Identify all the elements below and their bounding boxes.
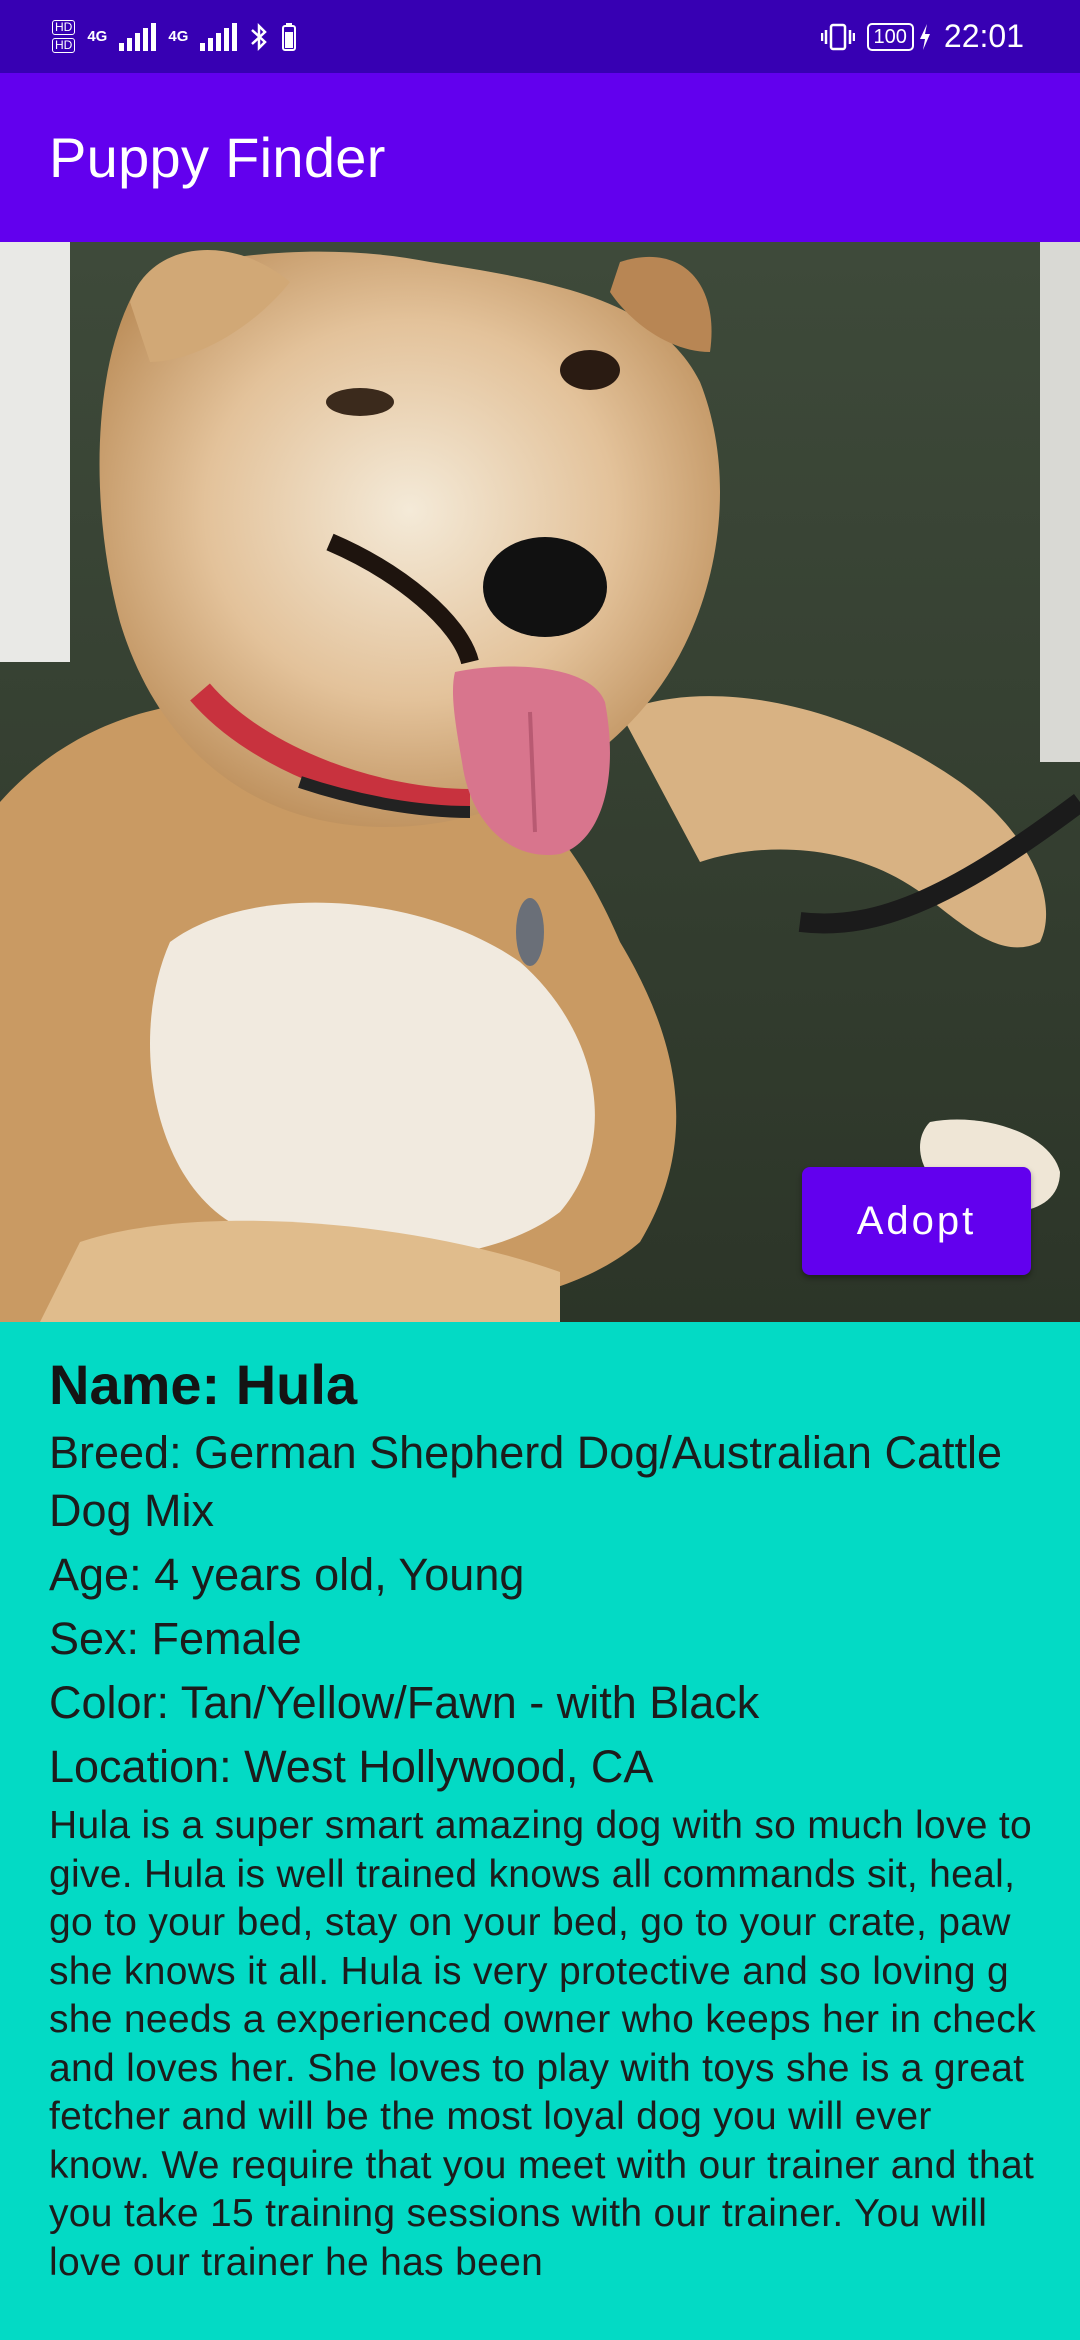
pet-breed: Breed: German Shepherd Dog/Australian Ca… xyxy=(49,1427,1003,1536)
pet-sex: Sex: Female xyxy=(49,1613,302,1664)
hd-badge-1: HD xyxy=(52,20,76,35)
adopt-button[interactable]: Adopt xyxy=(802,1167,1031,1275)
status-bar-left: HD HD 4G 4G xyxy=(52,20,297,53)
signal-strength-icon xyxy=(119,22,157,51)
network-type-2: 4G xyxy=(168,27,189,45)
hd-badges: HD HD xyxy=(52,20,76,53)
battery-level: 100 xyxy=(866,22,914,51)
charging-icon xyxy=(919,23,930,50)
battery-saver-icon xyxy=(282,22,297,51)
status-bar: HD HD 4G 4G 100 22:01 xyxy=(0,0,1080,73)
vibrate-icon xyxy=(820,23,855,50)
pet-location: Location: West Hollywood, CA xyxy=(49,1741,654,1792)
signal-strength-icon-2 xyxy=(200,22,238,51)
pet-color: Color: Tan/Yellow/Fawn - with Black xyxy=(49,1677,760,1728)
pet-details: Name: Hula Breed: German Shepherd Dog/Au… xyxy=(49,1322,1039,2287)
network-type-1: 4G xyxy=(87,27,108,45)
battery-indicator: 100 xyxy=(866,22,932,51)
hd-badge-2: HD xyxy=(52,38,76,53)
app-bar: Puppy Finder xyxy=(0,73,1080,242)
status-bar-right: 100 22:01 xyxy=(820,18,1024,55)
dog-illustration xyxy=(0,242,1080,1322)
pet-name: Name: Hula xyxy=(49,1353,358,1416)
pet-description: Hula is a super smart amazing dog with s… xyxy=(49,1804,1036,2284)
bluetooth-icon xyxy=(251,22,268,51)
dog-photo xyxy=(0,242,1080,1322)
app-title: Puppy Finder xyxy=(49,126,386,189)
clock: 22:01 xyxy=(943,18,1024,54)
pet-age: Age: 4 years old, Young xyxy=(49,1549,525,1600)
